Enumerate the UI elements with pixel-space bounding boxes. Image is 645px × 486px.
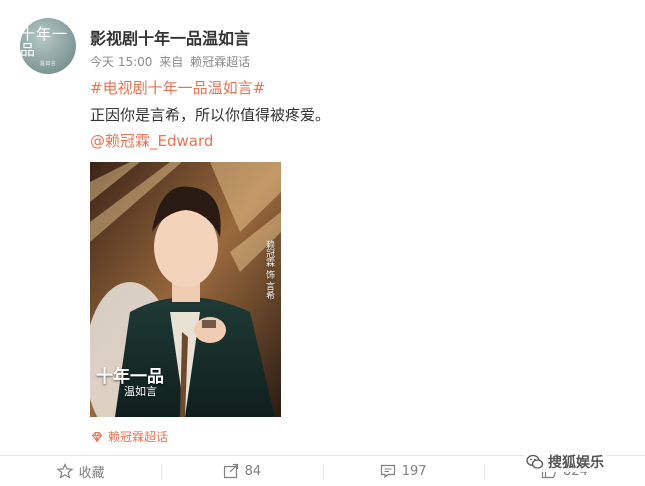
wechat-icon — [526, 454, 544, 469]
hashtag-link[interactable]: #电视剧十年一品温如言# — [90, 78, 265, 98]
poster-title: 十年一品 — [96, 367, 164, 387]
post-source[interactable]: 赖冠霖超话 — [190, 55, 250, 69]
repost-count: 84 — [244, 463, 262, 479]
mention-link[interactable]: @赖冠霖_Edward — [90, 131, 213, 151]
username[interactable]: 影视剧十年一品温如言 — [90, 25, 250, 49]
watermark: 搜狐娱乐 — [524, 452, 606, 472]
post-time[interactable]: 今天 15:00 — [90, 55, 152, 69]
source-prefix: 来自 — [159, 55, 184, 69]
diamond-icon — [91, 431, 103, 442]
avatar-subtitle: 温如言 — [39, 60, 57, 67]
watermark-text: 搜狐娱乐 — [548, 455, 604, 471]
avatar[interactable]: 十年一品 温如言 — [20, 18, 76, 74]
comment-icon — [380, 464, 395, 479]
poster-subtitle: 温如言 — [124, 385, 157, 398]
star-icon — [56, 463, 73, 479]
comment-count: 197 — [401, 463, 427, 479]
poster-vertical-text: 赖冠霖 饰 言希 — [264, 240, 274, 300]
location-link[interactable]: 赖冠霖超话 — [90, 428, 168, 445]
post-photo[interactable]: 十年一品 温如言 赖冠霖 饰 言希 — [90, 162, 281, 417]
post-meta: 今天 15:00 来自 赖冠霖超话 — [90, 53, 253, 70]
avatar-title: 十年一品 — [20, 24, 69, 59]
favorite-label: 收藏 — [78, 465, 105, 481]
repost-button[interactable]: 84 — [161, 456, 322, 486]
favorite-button[interactable]: 收藏 — [0, 456, 161, 486]
location-label: 赖冠霖超话 — [108, 430, 169, 444]
share-icon — [223, 463, 238, 479]
post-text: 正因你是言希，所以你值得被疼爱。 — [90, 106, 331, 124]
comment-button[interactable]: 197 — [322, 456, 484, 486]
